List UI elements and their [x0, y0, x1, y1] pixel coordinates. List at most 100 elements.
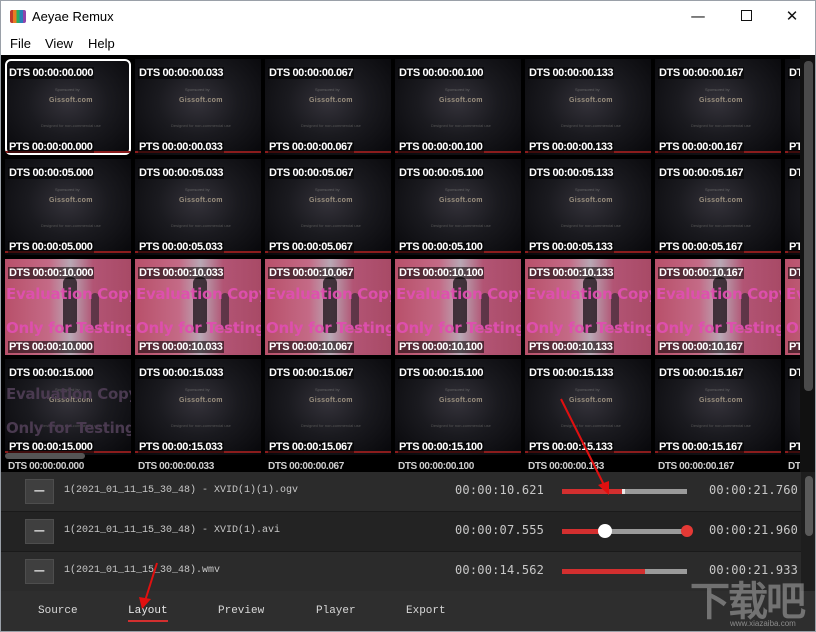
title-bar[interactable]: Aeyae Remux — ✕	[1, 1, 815, 32]
frame-thumbnail[interactable]: Sponsored by Gissoft.com Designed for non-…	[655, 359, 781, 455]
frame-thumbnail[interactable]: Sponsored byGissoft.comDesigned for non-…	[5, 359, 131, 455]
frame-thumbnail[interactable]: Sponsored byGissoft.comDesigned for non-…	[265, 59, 391, 155]
video-fineprint: Designed for non-commercial use	[171, 223, 231, 228]
pts-timestamp: PTS 00:00:10.067	[268, 341, 354, 353]
window-title: Aeyae Remux	[32, 9, 114, 24]
partial-dts-label: DTS 00:00:00.167	[658, 461, 734, 472]
video-fineprint: Designed for non-commercial use	[301, 423, 361, 428]
video-logo: Gissoft.com	[439, 97, 483, 104]
frame-thumbnail[interactable]: Sponsored byGissoft.comDesigned for non-…	[525, 59, 651, 155]
end-knob[interactable]	[681, 525, 693, 537]
pts-timestamp: PTS 00:00:10.133	[528, 341, 614, 353]
tab-export[interactable]: Export	[406, 605, 446, 617]
video-fineprint: Designed for non-commercial use	[561, 223, 621, 228]
menu-view[interactable]: View	[45, 36, 73, 51]
video-logo: Gissoft.com	[699, 197, 743, 204]
frame-thumbnail[interactable]: Sponsored byGissoft.comDesigned for non-…	[265, 359, 391, 455]
video-logo: Gissoft.com	[49, 97, 93, 104]
app-icon	[10, 10, 26, 23]
remove-track-button[interactable]: −	[25, 479, 54, 504]
evaluation-overlay-text: Only for Testing	[396, 319, 521, 337]
dts-timestamp: DTS 00:00:15.100	[398, 367, 485, 379]
dts-timestamp: DTS 00:00:15.133	[528, 367, 615, 379]
video-logo: Gissoft.com	[569, 97, 613, 104]
video-fineprint: Designed for non-commercial use	[691, 423, 751, 428]
frame-thumbnail[interactable]: Sponsored byGissoft.comDesigned for non-…	[395, 159, 521, 255]
frame-thumbnail[interactable]: Evaluation Copy Only for Testing DTS 00:00…	[265, 259, 391, 355]
video-fineprint: Designed for non-commercial use	[171, 123, 231, 128]
video-fineprint: Designed for non-commercial use	[691, 123, 751, 128]
grid-scroll-thumb[interactable]	[804, 61, 813, 391]
menu-file[interactable]: File	[10, 36, 31, 51]
remove-track-button[interactable]: −	[25, 559, 54, 584]
frame-thumbnail[interactable]: Sponsored byGissoft.comDesigned for non-…	[135, 159, 261, 255]
minimize-button[interactable]: —	[675, 1, 721, 32]
frame-thumbnail[interactable]: Sponsored byGissoft.comDesigned for non-…	[135, 359, 261, 455]
frame-thumbnail[interactable]: Evaluation Copy Only for Testing DTS 00:00…	[5, 259, 131, 355]
dts-timestamp: DTS 00:00:00.167	[658, 67, 745, 79]
frame-thumbnail[interactable]: Sponsored byGissoft.comDesigned for non-…	[525, 159, 651, 255]
track-progress-slider[interactable]	[562, 524, 693, 538]
position-knob[interactable]	[597, 524, 612, 538]
evaluation-overlay-text: Only for Testing	[136, 319, 261, 337]
video-logo: Gissoft.com	[699, 397, 743, 404]
track-row[interactable]: −1(2021_01_11_15_30_48) - XVID(1).avi 00:…	[1, 512, 801, 551]
tab-source[interactable]: Source	[38, 605, 78, 617]
frame-thumbnail[interactable]: Sponsored byGissoft.comDesigned for non-…	[655, 159, 781, 255]
frame-thumbnail[interactable]: Sponsored byGissoft.comDesigned for non-…	[265, 159, 391, 255]
video-logo: Gissoft.com	[179, 397, 223, 404]
sponsor-caption: Sponsored by	[315, 387, 340, 392]
pts-timestamp: PTS 00:00:10.000	[8, 341, 94, 353]
dts-timestamp: DTS 00:00:05.000	[8, 167, 95, 179]
track-end-time: 00:00:21.933	[709, 563, 799, 577]
dts-timestamp: DTS 00:00:10.167	[658, 267, 745, 279]
tab-layout[interactable]: Layout	[128, 605, 168, 622]
sponsor-caption: Sponsored by	[185, 87, 210, 92]
track-progress-slider[interactable]	[562, 569, 687, 574]
pts-timestamp: PTS 00:00:10.033	[138, 341, 224, 353]
frame-thumbnail[interactable]: Sponsored byGissoft.comDesigned for non-…	[135, 59, 261, 155]
remove-track-button[interactable]: −	[25, 519, 54, 544]
frame-thumbnail[interactable]: Sponsored byGissoft.comDesigned for non-…	[5, 159, 131, 255]
dts-timestamp: DTS 00:00:00.133	[528, 67, 615, 79]
partial-dts-label: DTS 00:00:00.100	[398, 461, 474, 472]
frame-thumbnail[interactable]: Evaluation Copy Only for Testing DTS 00:00…	[135, 259, 261, 355]
track-list-scroll-thumb[interactable]	[805, 476, 813, 536]
tab-preview[interactable]: Preview	[218, 605, 264, 617]
sponsor-caption: Sponsored by	[705, 187, 730, 192]
frame-thumbnail[interactable]: Evaluation Copy Only for Testing DTS 00:00…	[395, 259, 521, 355]
partial-dts-label: DTS 00:00:00.033	[138, 461, 214, 472]
partial-dts-label: DTS 00:00:00.133	[528, 461, 604, 472]
close-button[interactable]: ✕	[769, 1, 815, 32]
grid-horizontal-scroll-thumb[interactable]	[5, 453, 85, 459]
frame-thumbnail[interactable]: Sponsored byGissoft.comDesigned for non-…	[5, 59, 131, 155]
sponsor-caption: Sponsored by	[445, 387, 470, 392]
track-row[interactable]: −1(2021_01_11_15_30_48) - XVID(1)(1).ogv…	[1, 472, 801, 511]
tab-label: Layout	[128, 605, 168, 617]
active-tab-underline	[128, 620, 168, 622]
video-logo: Gissoft.com	[309, 197, 353, 204]
evaluation-overlay-text: Only for Testing	[526, 319, 651, 337]
pts-timestamp: PTS 00:00:05.067	[268, 241, 354, 253]
thumbnail-grid[interactable]: Sponsored by Gissoft.com Designed for non-…	[1, 55, 815, 472]
evaluation-overlay-text: Evaluation Copy	[136, 285, 261, 303]
frame-thumbnail[interactable]: Sponsored byGissoft.comDesigned for non-…	[395, 59, 521, 155]
sponsor-caption: Sponsored by	[55, 187, 80, 192]
maximize-button[interactable]	[723, 1, 769, 32]
frame-thumbnail[interactable]: Evaluation Copy Only for Testing DTS 00:00…	[525, 259, 651, 355]
video-fineprint: Designed for non-commercial use	[301, 223, 361, 228]
track-filename: 1(2021_01_11_15_30_48).wmv	[64, 565, 221, 576]
frame-thumbnail[interactable]: Sponsored byGissoft.comDesigned for non-…	[655, 59, 781, 155]
dts-timestamp: DTS 00:00:00.000	[8, 67, 95, 79]
sponsor-caption: Sponsored by	[705, 387, 730, 392]
frame-thumbnail[interactable]: Evaluation Copy Only for Testing DTS 00:00…	[655, 259, 781, 355]
tab-player[interactable]: Player	[316, 605, 356, 617]
sponsor-caption: Sponsored by	[185, 187, 210, 192]
video-logo: Gissoft.com	[439, 397, 483, 404]
app-window: Aeyae Remux — ✕ File View Help Sponsored…	[0, 0, 816, 632]
track-row[interactable]: −1(2021_01_11_15_30_48).wmv 00:00:14.562 0…	[1, 552, 801, 591]
menu-help[interactable]: Help	[88, 36, 115, 51]
frame-thumbnail[interactable]: Sponsored byGissoft.comDesigned for non-…	[525, 359, 651, 455]
track-progress-slider[interactable]	[562, 489, 687, 494]
frame-thumbnail[interactable]: Sponsored byGissoft.comDesigned for non-…	[395, 359, 521, 455]
